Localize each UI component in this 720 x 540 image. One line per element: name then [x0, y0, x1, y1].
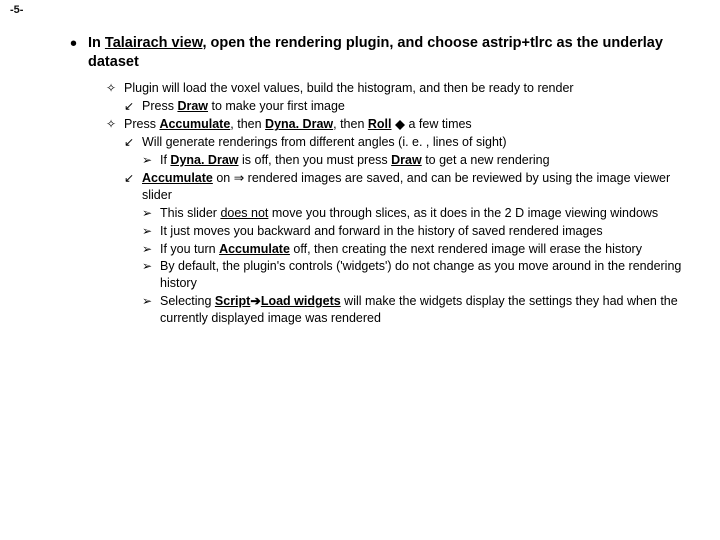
l1b-sub2-s4: ➢ By default, the plugin's controls ('wi…	[142, 258, 694, 292]
t: , then	[230, 117, 265, 131]
page-number: -5-	[10, 4, 710, 16]
script-kw: Script	[215, 294, 250, 308]
arrow-dl-icon: ↙	[124, 134, 142, 150]
l1b-sub1-s1: ➢ If Dyna. Draw is off, then you must pr…	[142, 152, 694, 169]
level0-text: In Talairach view, open the rendering pl…	[88, 34, 694, 72]
t: This slider	[160, 206, 220, 220]
t: This slider does not move you through sl…	[160, 205, 694, 222]
u: does not	[220, 206, 268, 220]
roll-kw: Roll	[368, 117, 392, 131]
l1b-sub2-text: Accumulate on ⇒ rendered images are save…	[142, 170, 694, 204]
acc-kw: Accumulate	[219, 242, 290, 256]
l0-mid: , open the rendering plugin, and choose	[202, 35, 482, 51]
bullet-dot-icon: •	[70, 34, 88, 52]
l1b-sub2-subs: ➢ This slider does not move you through …	[142, 205, 694, 327]
roll-diamond-icon	[395, 120, 405, 130]
l0-talairach: Talairach view	[105, 35, 203, 51]
l1b-sub2-s1: ➢ This slider does not move you through …	[142, 205, 694, 222]
t: a few times	[408, 117, 471, 131]
t: If Dyna. Draw is off, then you must pres…	[160, 152, 694, 169]
l1a-text: Plugin will load the voxel values, build…	[124, 80, 694, 97]
l1-item-b: ✧ Press Accumulate, then Dyna. Draw, the…	[106, 116, 694, 133]
t: By default, the plugin's controls ('widg…	[160, 258, 694, 292]
bullet-level0: • In Talairach view, open the rendering …	[70, 34, 694, 72]
l0-code: astrip+tlrc	[482, 35, 553, 51]
content: • In Talairach view, open the rendering …	[70, 34, 694, 327]
arrow-right-icon: ➔	[250, 294, 260, 308]
t: Selecting	[160, 294, 215, 308]
l1b-sub1: ↙ Will generate renderings from differen…	[124, 134, 694, 151]
l1a-subblock: ↙ Press Draw to make your first image	[124, 98, 694, 115]
acc-kw: Accumulate	[159, 117, 230, 131]
diamond-icon: ✧	[106, 80, 124, 96]
l1-item-a: ✧ Plugin will load the voxel values, bui…	[106, 80, 694, 97]
tri-r-icon: ➢	[142, 258, 160, 274]
t: is off, then you must press	[239, 153, 392, 167]
l1b-sub1-subs: ➢ If Dyna. Draw is off, then you must pr…	[142, 152, 694, 169]
page: -5- • In Talairach view, open the render…	[0, 0, 720, 540]
tri-r-icon: ➢	[142, 223, 160, 239]
l1b-sub2-s3: ➢ If you turn Accumulate off, then creat…	[142, 241, 694, 258]
t: to get a new rendering	[422, 153, 550, 167]
diamond-icon: ✧	[106, 116, 124, 132]
arrow-dl-icon: ↙	[124, 98, 142, 114]
l1b-sub1-text: Will generate renderings from different …	[142, 134, 694, 151]
t: move you through slices, as it does in t…	[268, 206, 658, 220]
t: off, then creating the next rendered ima…	[290, 242, 642, 256]
dyna-kw: Dyna. Draw	[170, 153, 238, 167]
t: to make your first image	[208, 99, 345, 113]
l0-pre: In	[88, 35, 105, 51]
t: Selecting Script➔Load widgets will make …	[160, 293, 694, 327]
t: on ⇒ rendered images are saved, and can …	[142, 171, 670, 202]
l1b-sub2-s5: ➢ Selecting Script➔Load widgets will mak…	[142, 293, 694, 327]
t: If you turn	[160, 242, 219, 256]
level1-block: ✧ Plugin will load the voxel values, bui…	[106, 80, 694, 327]
t: , then	[333, 117, 368, 131]
l1a-sub1: ↙ Press Draw to make your first image	[124, 98, 694, 115]
draw-kw: Draw	[177, 99, 208, 113]
tri-r-icon: ➢	[142, 205, 160, 221]
l1b-sub2: ↙ Accumulate on ⇒ rendered images are sa…	[124, 170, 694, 204]
arrow-dl-icon: ↙	[124, 170, 142, 186]
dyna-kw: Dyna. Draw	[265, 117, 333, 131]
l1b-text: Press Accumulate, then Dyna. Draw, then …	[124, 116, 694, 133]
l1a-sub1-text: Press Draw to make your first image	[142, 98, 694, 115]
t: Press	[124, 117, 159, 131]
tri-r-icon: ➢	[142, 241, 160, 257]
t: Press	[142, 99, 177, 113]
acc-kw: Accumulate	[142, 171, 213, 185]
load-widgets-kw: Load widgets	[261, 294, 341, 308]
t: If you turn Accumulate off, then creatin…	[160, 241, 694, 258]
l1b-sub2-s2: ➢ It just moves you backward and forward…	[142, 223, 694, 240]
l1b-subblock: ↙ Will generate renderings from differen…	[124, 134, 694, 327]
tri-r-icon: ➢	[142, 152, 160, 168]
t: If	[160, 153, 170, 167]
draw-kw: Draw	[391, 153, 422, 167]
tri-r-icon: ➢	[142, 293, 160, 309]
t: It just moves you backward and forward i…	[160, 223, 694, 240]
